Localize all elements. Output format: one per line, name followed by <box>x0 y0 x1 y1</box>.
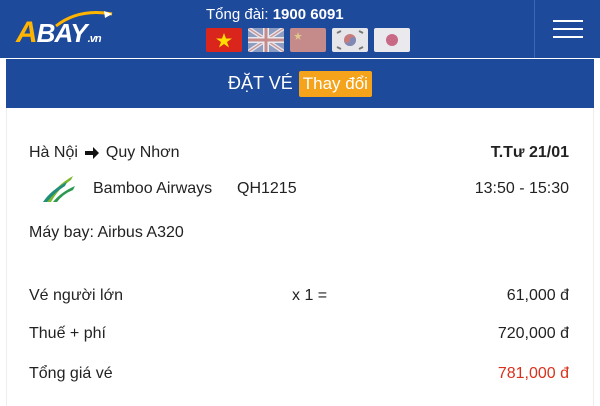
uk-flag-icon[interactable] <box>248 28 284 52</box>
japan-flag-icon[interactable] <box>374 28 410 52</box>
abay-logo[interactable]: ABAY.vn <box>16 8 116 49</box>
hamburger-menu-icon[interactable] <box>534 0 600 58</box>
adult-fare-price: 61,000 đ <box>506 287 569 304</box>
hotline: Tổng đài: 1900 6091 <box>206 6 344 23</box>
language-selector <box>206 28 410 52</box>
vietnamese-flag-icon[interactable] <box>206 28 242 52</box>
top-header: ABAY.vn Tổng đài: 1900 6091 <box>0 0 600 58</box>
bamboo-airways-logo-icon <box>41 172 77 204</box>
arrow-right-icon <box>84 147 99 159</box>
airline-name: Bamboo Airways <box>93 180 213 197</box>
china-flag-icon[interactable] <box>290 28 326 52</box>
route: Hà Nội Quy Nhơn <box>29 144 180 162</box>
destination-city: Quy Nhơn <box>105 144 180 161</box>
logo-wordmark: ABAY.vn <box>16 16 102 49</box>
flight-number: QH1215 <box>237 180 297 197</box>
tax-fee-price: 720,000 đ <box>497 325 569 342</box>
flight-date: T.Tư 21/01 <box>490 144 569 161</box>
change-button[interactable]: Thay đổi <box>298 70 372 97</box>
hotline-label: Tổng đài: <box>206 6 269 23</box>
flight-summary-card: Hà Nội Quy Nhơn T.Tư 21/01 Bamboo Airway… <box>6 108 594 406</box>
booking-title: ĐẶT VÉ <box>228 73 293 93</box>
total-fare-label: Tổng giá vé <box>29 365 113 382</box>
booking-bar: ĐẶT VÉ Thay đổi <box>6 59 594 108</box>
adult-fare-label: Vé người lớn <box>29 287 123 304</box>
aircraft-type: Máy bay: Airbus A320 <box>29 224 184 241</box>
korea-flag-icon[interactable] <box>332 28 368 52</box>
tax-fee-label: Thuế + phí <box>29 325 106 342</box>
hotline-number[interactable]: 1900 6091 <box>273 6 344 23</box>
origin-city: Hà Nội <box>29 144 78 161</box>
adult-quantity: x 1 = <box>292 287 328 304</box>
total-fare-price: 781,000 đ <box>497 365 569 382</box>
flight-times: 13:50 - 15:30 <box>474 180 569 197</box>
